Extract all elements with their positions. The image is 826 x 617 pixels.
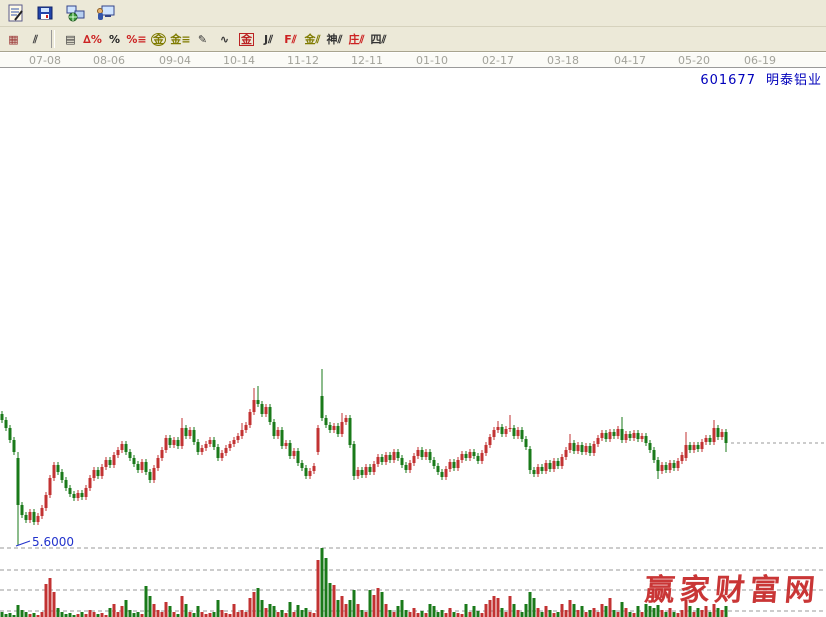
gold-diagonal-icon[interactable]: 金⫽ (302, 30, 323, 49)
notepad-edit-icon[interactable] (4, 2, 28, 24)
percent-lines-icon[interactable]: %≡ (126, 30, 147, 49)
gold-circle-icon[interactable]: 金 (148, 30, 169, 49)
watermark-text: 赢家财富网 (643, 565, 822, 609)
date-axis-label: 08-06 (87, 54, 131, 67)
f-diagonal-icon[interactable]: F⫽ (280, 30, 301, 49)
date-axis-label: 07-08 (23, 54, 67, 67)
main-toolbar (0, 0, 826, 27)
date-axis-label: 06-19 (738, 54, 782, 67)
stock-name: 明泰铝业 (766, 73, 822, 88)
grid-chart-icon[interactable]: ▦ (3, 30, 24, 49)
wave-indicator-icon[interactable]: ∿ (214, 30, 235, 49)
date-axis: 07-08 08-06 09-04 10-14 11-12 12-11 01-10 02-17… (0, 53, 826, 67)
gold-lines-icon[interactable]: 金≡ (170, 30, 191, 49)
percent-triangle-icon[interactable]: ∆% (82, 30, 103, 49)
date-axis-label: 09-04 (153, 54, 197, 67)
kline-chart-canvas[interactable] (0, 0, 826, 617)
save-icon[interactable] (34, 2, 58, 24)
brush-tool-icon[interactable]: ✎ (192, 30, 213, 49)
toolbar-separator (51, 30, 55, 48)
scale-ruler-icon[interactable]: ▤ (60, 30, 81, 49)
date-axis-label: 01-10 (410, 54, 454, 67)
date-axis-label: 11-12 (281, 54, 325, 67)
zhuang-diagonal-icon[interactable]: 庄⫽ (346, 30, 367, 49)
date-axis-label: 05-20 (672, 54, 716, 67)
date-axis-label: 04-17 (608, 54, 652, 67)
low-price-marker-label: 5.6000 (32, 535, 74, 549)
date-axis-label: 12-11 (345, 54, 389, 67)
remote-computer-icon[interactable] (94, 2, 118, 24)
shen-diagonal-icon[interactable]: 神⫽ (324, 30, 345, 49)
network-transfer-icon[interactable] (64, 2, 88, 24)
gold-box-icon[interactable]: 金 (236, 30, 257, 49)
date-axis-label: 03-18 (541, 54, 585, 67)
percent-icon[interactable]: % (104, 30, 125, 49)
si-diagonal-icon[interactable]: 四⫽ (368, 30, 389, 49)
date-axis-label: 02-17 (476, 54, 520, 67)
date-axis-label: 10-14 (217, 54, 261, 67)
j-diagonal-icon[interactable]: J⫽ (258, 30, 279, 49)
stock-code: 601677 (700, 73, 756, 88)
stock-title: 601677 明泰铝业 (700, 69, 822, 88)
parallel-trendlines-icon[interactable]: ⫽ (25, 30, 46, 49)
axis-divider-line (0, 67, 826, 68)
indicator-toolbar: ▦ ⫽ ▤ ∆% % %≡ 金 金≡ ✎ ∿ 金 J⫽ F⫽ 金⫽ 神⫽ 庄⫽ … (0, 27, 826, 52)
trading-app-window: ▦ ⫽ ▤ ∆% % %≡ 金 金≡ ✎ ∿ 金 J⫽ F⫽ 金⫽ 神⫽ 庄⫽ … (0, 0, 826, 617)
